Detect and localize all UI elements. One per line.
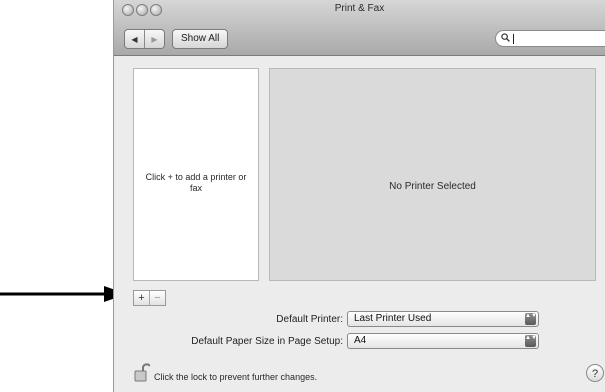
print-fax-window: Print & Fax ◀ ▶ Show All Click + to add … — [113, 0, 605, 392]
no-printer-message: No Printer Selected — [389, 181, 476, 192]
default-printer-popup[interactable]: Last Printer Used ▲▼ — [347, 311, 539, 327]
back-button[interactable]: ◀ — [125, 30, 144, 48]
printer-detail-panel: No Printer Selected — [269, 68, 596, 281]
add-printer-button[interactable]: + — [134, 291, 149, 305]
printer-list[interactable]: Click + to add a printer or fax — [133, 68, 259, 281]
paper-size-value: A4 — [354, 335, 367, 346]
help-button[interactable]: ? — [586, 364, 604, 382]
annotation-arrow-icon — [0, 286, 127, 302]
lock-message: Click the lock to prevent further change… — [154, 372, 318, 382]
text-caret — [513, 34, 514, 44]
forward-button[interactable]: ▶ — [144, 30, 164, 48]
window-title: Print & Fax — [334, 3, 385, 14]
title-bar: Print & Fax ◀ ▶ Show All — [114, 0, 605, 56]
show-all-button[interactable]: Show All — [172, 29, 229, 49]
search-icon — [501, 33, 510, 42]
popup-arrows-icon: ▲▼ — [525, 313, 537, 325]
add-remove-control: + − — [133, 290, 166, 306]
pane-content: Click + to add a printer or fax No Print… — [114, 56, 605, 392]
remove-printer-button[interactable]: − — [149, 291, 165, 305]
search-field[interactable] — [495, 30, 605, 47]
paper-size-popup[interactable]: A4 ▲▼ — [347, 333, 539, 349]
paper-size-label: Default Paper Size in Page Setup: — [191, 336, 343, 347]
default-printer-label: Default Printer: — [276, 314, 343, 325]
popup-arrows-icon: ▲▼ — [525, 335, 537, 347]
back-forward-control: ◀ ▶ — [124, 29, 165, 49]
printer-list-empty-message: Click + to add a printer or fax — [145, 172, 247, 193]
padlock-icon[interactable] — [134, 362, 150, 382]
default-printer-value: Last Printer Used — [354, 313, 432, 324]
